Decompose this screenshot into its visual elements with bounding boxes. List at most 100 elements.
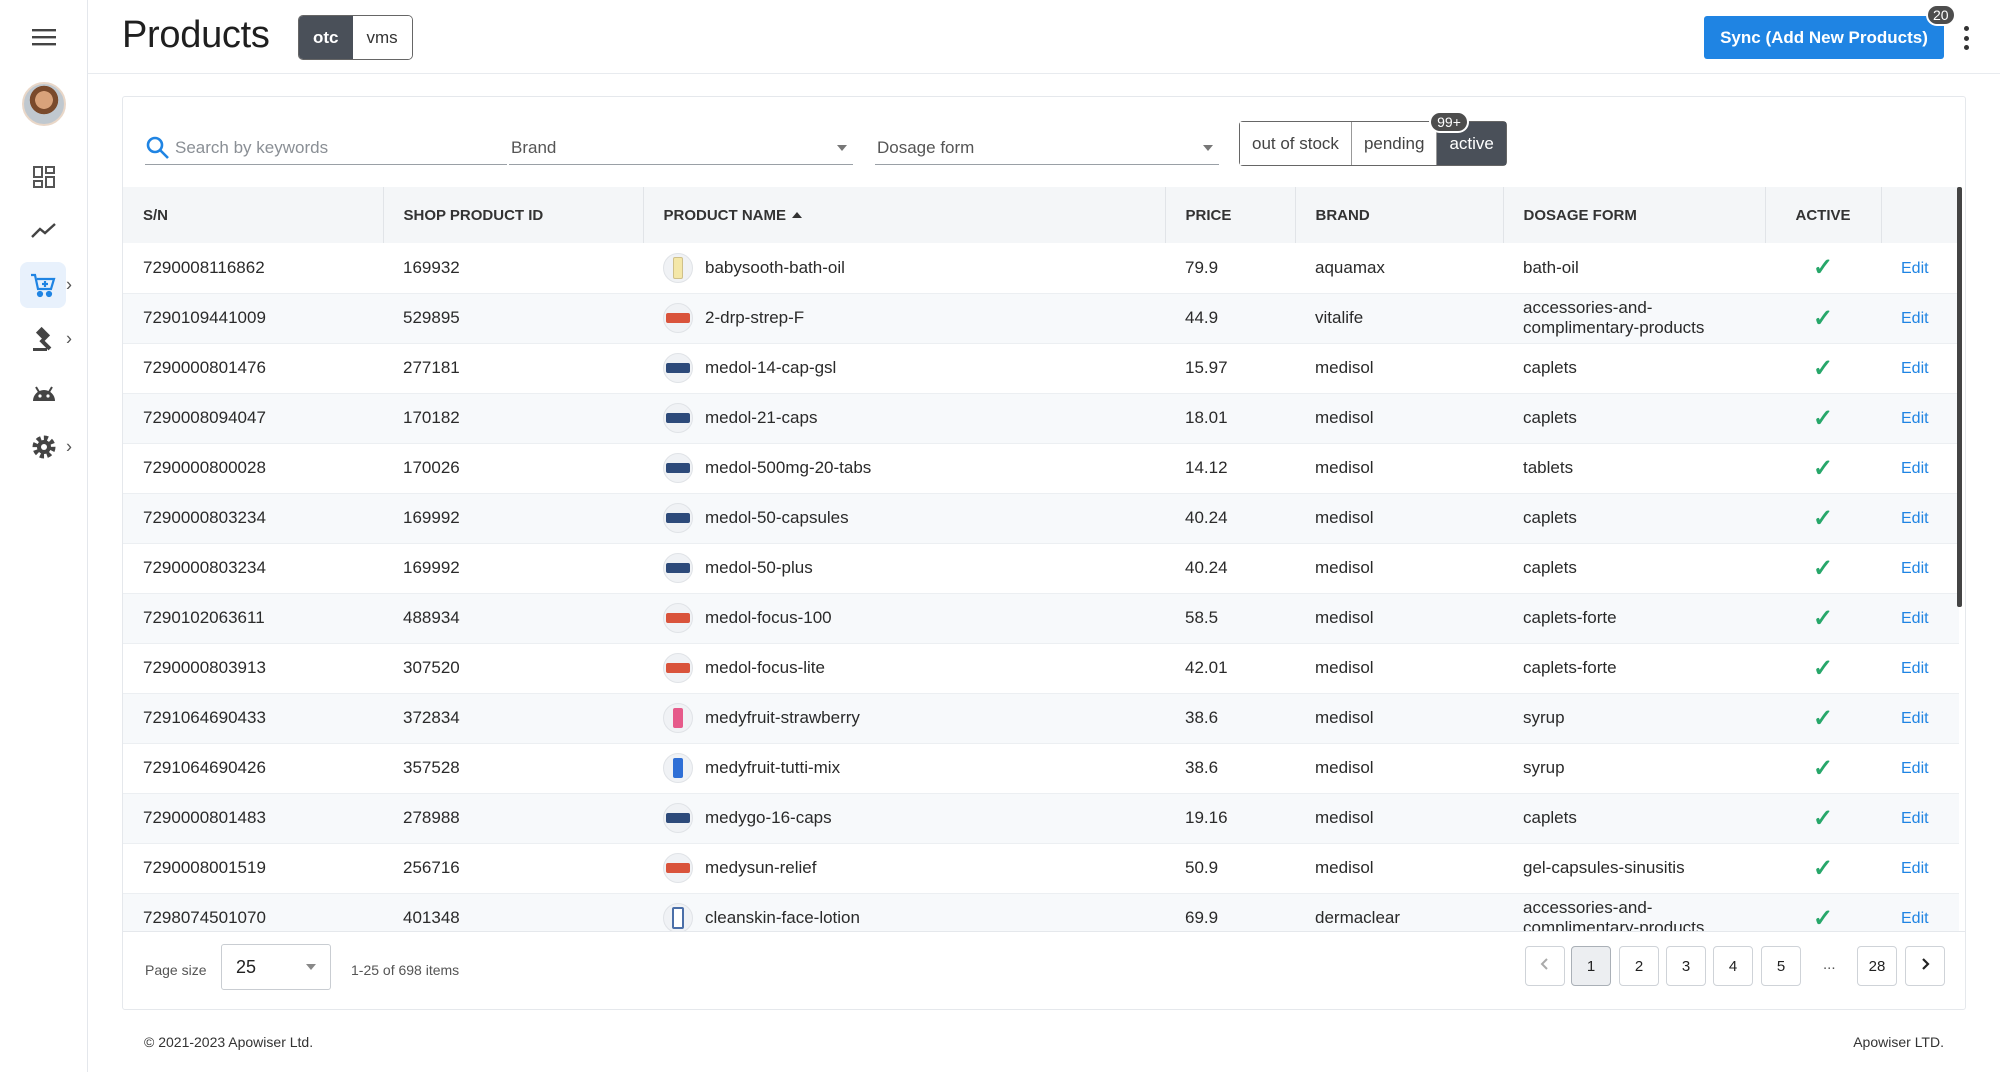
cell-brand: medisol: [1315, 658, 1374, 677]
cell-actions: Edit: [1881, 243, 1959, 293]
cell-price: 38.6: [1185, 708, 1219, 727]
cell-brand: medisol: [1315, 458, 1374, 477]
column-header-shop-product-id[interactable]: SHOP PRODUCT ID: [383, 187, 644, 243]
gear-icon: [31, 434, 57, 460]
page-button-2[interactable]: 2: [1619, 946, 1659, 986]
edit-link[interactable]: Edit: [1901, 310, 1929, 327]
table-row: 7290102063611 488934 medol-focus-100 58.5 me…: [123, 593, 1959, 643]
edit-link[interactable]: Edit: [1901, 910, 1929, 927]
sidebar-item-android[interactable]: [0, 366, 88, 420]
check-icon: ✓: [1812, 654, 1834, 682]
edit-link[interactable]: Edit: [1901, 260, 1929, 277]
cell-product-name: medysun-relief: [643, 843, 1165, 893]
status-pending[interactable]: pending: [1351, 122, 1438, 165]
column-header-brand[interactable]: BRAND: [1295, 187, 1504, 243]
status-out-of-stock[interactable]: out of stock: [1240, 122, 1352, 165]
column-header-sn[interactable]: S/N: [123, 187, 384, 243]
pagination-ellipsis: ...: [1823, 956, 1836, 973]
segment-vms[interactable]: vms: [352, 16, 412, 59]
edit-link[interactable]: Edit: [1901, 860, 1929, 877]
sidebar-item-auctions[interactable]: ›: [0, 312, 88, 366]
page-button-3[interactable]: 3: [1666, 946, 1706, 986]
cell-active: ✓: [1765, 743, 1881, 793]
page-button-1[interactable]: 1: [1571, 946, 1611, 986]
edit-link[interactable]: Edit: [1901, 560, 1929, 577]
brand-select[interactable]: Brand: [509, 131, 853, 165]
column-header-price[interactable]: PRICE: [1165, 187, 1296, 243]
gavel-icon: [31, 326, 57, 352]
table-header-row: S/N SHOP PRODUCT ID PRODUCT NAME PRICE B…: [123, 187, 1959, 243]
product-thumbnail: [663, 703, 693, 733]
edit-link[interactable]: Edit: [1901, 510, 1929, 527]
cart-icon: [30, 272, 56, 298]
cell-shop-product-id: 529895: [403, 308, 460, 327]
more-options-icon[interactable]: [1960, 26, 1972, 50]
product-thumbnail: [663, 753, 693, 783]
page-button-5[interactable]: 5: [1761, 946, 1801, 986]
dashboard-icon: [32, 165, 56, 189]
cell-active: ✓: [1765, 243, 1881, 293]
product-thumbnail: [663, 252, 693, 283]
edit-link[interactable]: Edit: [1901, 460, 1929, 477]
chevron-right-icon: ›: [66, 328, 72, 349]
chevron-right-icon: [1919, 957, 1931, 975]
sync-button[interactable]: Sync (Add New Products): [1704, 16, 1944, 59]
sidebar-item-analytics[interactable]: [0, 204, 88, 258]
page-size-value: 25: [236, 956, 257, 977]
cell-shop-product-id: 401348: [403, 908, 460, 927]
cell-actions: Edit: [1881, 593, 1959, 643]
sidebar-item-dashboard[interactable]: [0, 150, 88, 204]
table-row: 7290000803234 169992 medol-50-capsules 40.2…: [123, 493, 1959, 543]
column-header-product-name-label: PRODUCT NAME: [663, 206, 787, 224]
dosage-form-select-label: Dosage form: [877, 137, 975, 157]
check-icon: ✓: [1812, 704, 1834, 732]
dosage-form-select[interactable]: Dosage form: [875, 131, 1219, 165]
table-row: 7290000800028 170026 medol-500mg-20-tabs 14…: [123, 443, 1959, 493]
edit-link[interactable]: Edit: [1901, 710, 1929, 727]
cell-price: 69.9: [1185, 908, 1219, 927]
dropdown-caret-icon: [837, 144, 847, 151]
products-table: S/N SHOP PRODUCT ID PRODUCT NAME PRICE B…: [123, 187, 1959, 931]
trending-icon: [31, 221, 57, 241]
segment-otc[interactable]: otc: [299, 16, 353, 59]
column-header-product-name[interactable]: PRODUCT NAME: [643, 187, 1166, 243]
cell-brand: medisol: [1315, 358, 1374, 377]
cell-sn: 7290000803913: [143, 658, 266, 677]
page-size-select[interactable]: 25: [221, 944, 331, 990]
cell-shop-product-id: 277181: [403, 358, 460, 377]
cell-actions: Edit: [1881, 643, 1959, 693]
footer-copyright: © 2021-2023 Apowiser Ltd.: [144, 1034, 314, 1050]
edit-link[interactable]: Edit: [1901, 810, 1929, 827]
page-button-last[interactable]: 28: [1857, 946, 1897, 986]
sidebar-item-settings[interactable]: ›: [0, 420, 88, 474]
cell-dosage-form: caplets: [1523, 358, 1577, 377]
cell-active: ✓: [1765, 443, 1881, 493]
menu-button[interactable]: [0, 10, 88, 64]
edit-link[interactable]: Edit: [1901, 760, 1929, 777]
cell-active: ✓: [1765, 393, 1881, 443]
check-icon: ✓: [1812, 304, 1834, 332]
edit-link[interactable]: Edit: [1901, 360, 1929, 377]
table-row: 7298074501070 401348 cleanskin-face-lotion…: [123, 893, 1959, 931]
cell-shop-product-id: 170182: [403, 408, 460, 427]
cell-active: ✓: [1765, 593, 1881, 643]
table-row: 7290000803234 169992 medol-50-plus 40.24 med…: [123, 543, 1959, 593]
table-scrollbar[interactable]: [1957, 187, 1962, 607]
cell-actions: Edit: [1881, 493, 1959, 543]
edit-link[interactable]: Edit: [1901, 610, 1929, 627]
next-page-button[interactable]: [1905, 946, 1945, 986]
page-button-4[interactable]: 4: [1713, 946, 1753, 986]
prev-page-button[interactable]: [1525, 946, 1565, 986]
sidebar-item-products[interactable]: ›: [0, 258, 88, 312]
check-icon: ✓: [1812, 504, 1834, 532]
column-header-dosage-form[interactable]: DOSAGE FORM: [1503, 187, 1766, 243]
column-header-active[interactable]: ACTIVE: [1765, 187, 1882, 243]
cell-sn: 7290008094047: [143, 408, 266, 427]
search-input[interactable]: Search by keywords: [145, 131, 507, 165]
cell-product-name: medol-14-cap-gsl: [643, 343, 1165, 393]
search-icon: [145, 135, 171, 161]
edit-link[interactable]: Edit: [1901, 410, 1929, 427]
cell-actions: Edit: [1881, 443, 1959, 493]
edit-link[interactable]: Edit: [1901, 660, 1929, 677]
avatar[interactable]: [22, 82, 66, 126]
